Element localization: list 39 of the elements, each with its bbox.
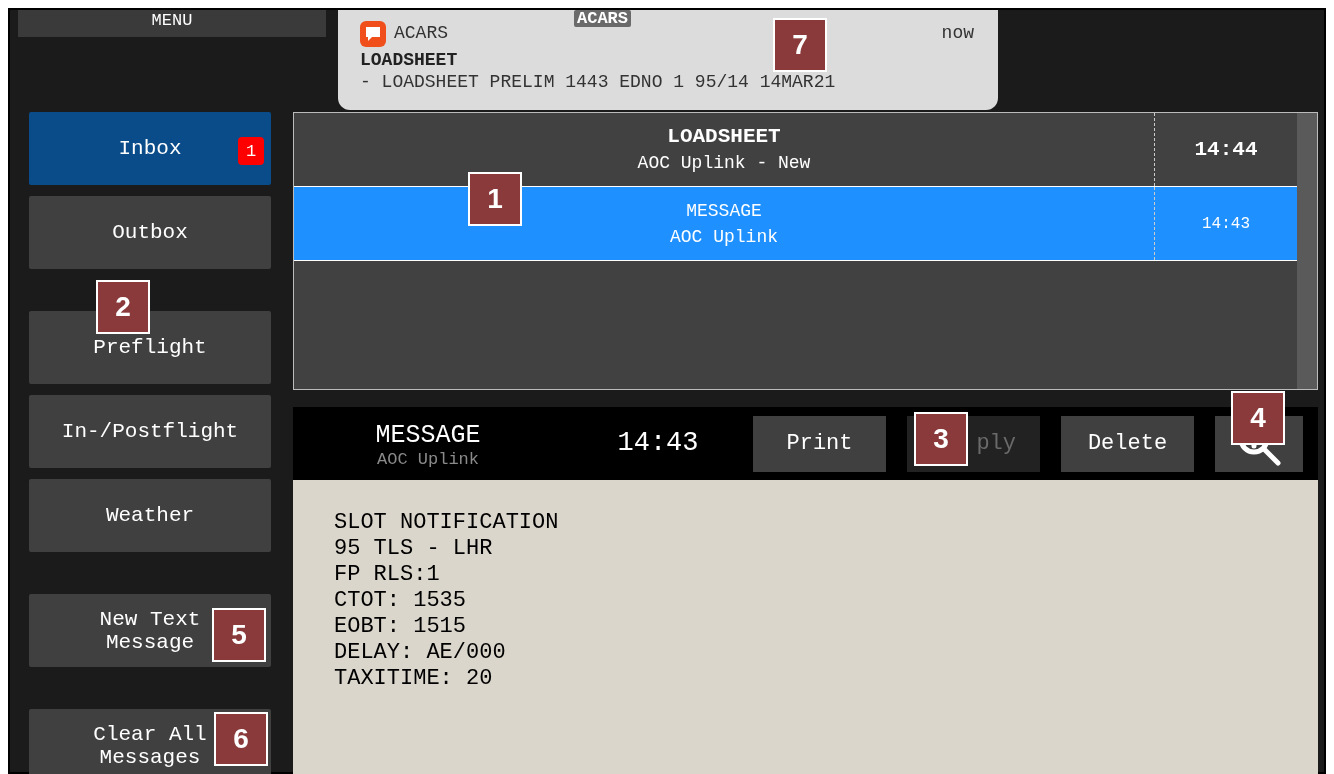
callout-marker: 2: [96, 280, 150, 334]
toolbar-button[interactable]: Print: [753, 415, 886, 472]
message-time: 14:44: [1194, 136, 1258, 163]
message-body-line: 95 TLS - LHR: [334, 536, 494, 562]
callout-marker: 3: [914, 412, 968, 466]
message-body-line: EOBT: 1515: [334, 614, 468, 640]
notification-app-name: ACARS: [394, 22, 448, 45]
message-subtitle: AOC Uplink - New: [637, 151, 811, 175]
message-list-row[interactable]: LOADSHEET AOC Uplink - New 14:44: [294, 113, 1297, 187]
callout-marker: 5: [212, 608, 266, 662]
callout-marker: 6: [214, 712, 268, 766]
unread-count-badge: 1: [238, 137, 264, 165]
message-subtitle: AOC Uplink: [670, 225, 778, 249]
message-title: LOADSHEET: [667, 123, 781, 150]
toolbar-button[interactable]: Delete: [1061, 415, 1194, 472]
message-body-line: SLOT NOTIFICATION: [334, 510, 560, 536]
sidebar-button[interactable]: In-/Postflight: [29, 395, 271, 468]
notification-body: - LOADSHEET PRELIM 1443 EDNO 1 95/14 14MAR21: [360, 71, 837, 93]
message-body-line: TAXITIME: 20: [334, 666, 494, 692]
message-body-line: FP RLS:1: [334, 562, 441, 588]
message-time: 14:43: [616, 427, 700, 461]
sidebar-button[interactable]: Inbox 1: [29, 112, 271, 185]
callout-marker: 1: [468, 172, 522, 226]
menu-button[interactable]: MENU: [18, 10, 326, 37]
header-title: ACARS: [574, 10, 631, 27]
message-title: MESSAGE: [686, 199, 762, 223]
chat-bubble-icon: [360, 20, 386, 47]
notification-title: LOADSHEET: [360, 49, 459, 71]
message-body-line: DELAY: AE/000: [334, 640, 507, 666]
message-body-line: CTOT: 1535: [334, 588, 468, 614]
message-subtitle: AOC Uplink: [377, 449, 479, 470]
callout-marker: 7: [773, 18, 827, 72]
message-time: 14:43: [1202, 213, 1250, 235]
callout-marker: 4: [1231, 391, 1285, 445]
sidebar-button[interactable]: Weather: [29, 479, 271, 552]
message-title: MESSAGE: [375, 421, 481, 450]
notification-time: now: [941, 22, 975, 45]
scrollbar[interactable]: [1297, 113, 1317, 389]
sidebar-button[interactable]: Outbox: [29, 196, 271, 269]
